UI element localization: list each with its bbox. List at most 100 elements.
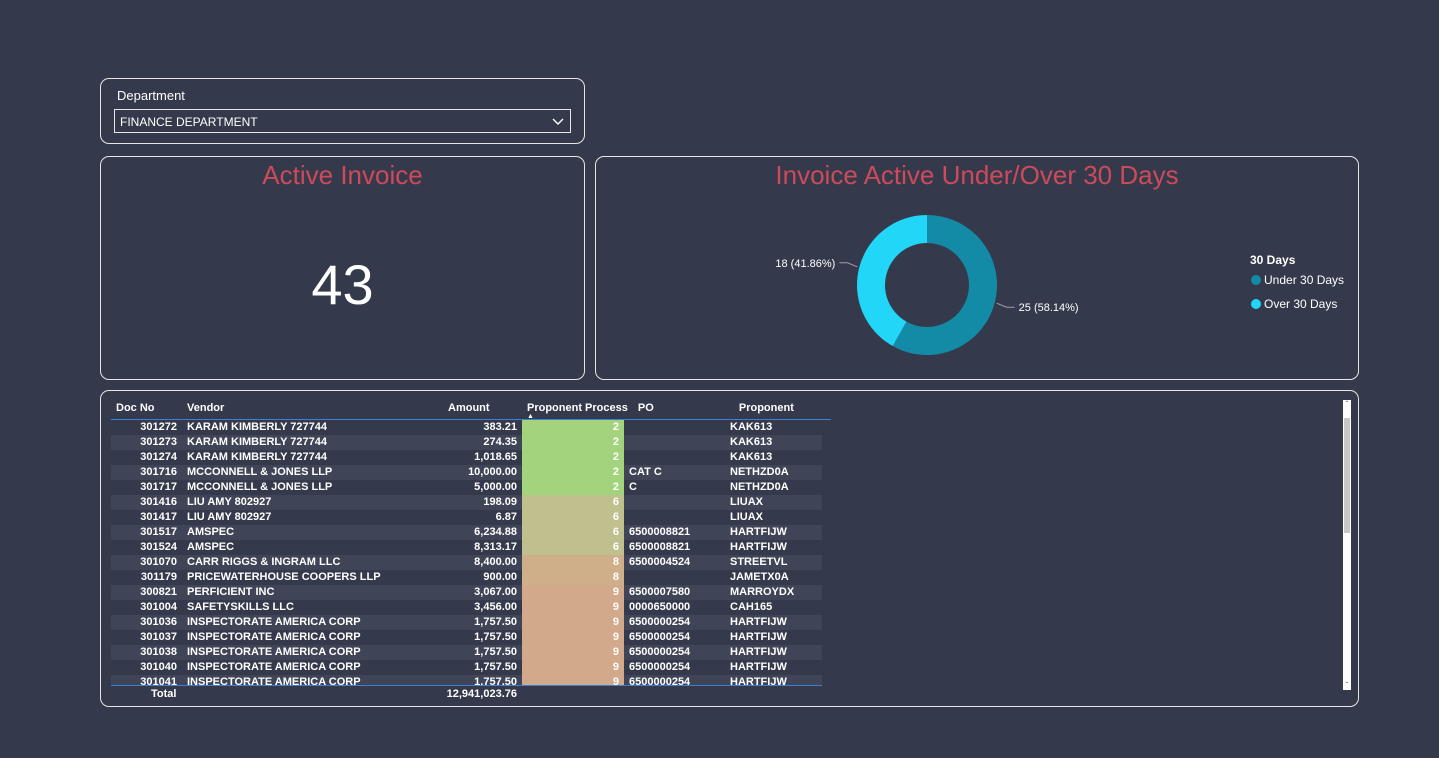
po-cell [624, 510, 725, 525]
proponent-process-cell: 9 [522, 615, 624, 630]
doc-no-cell: 301070 [111, 555, 182, 570]
column-header-proponent-process[interactable]: Proponent Process ▲ [522, 397, 633, 420]
vendor-cell: KARAM KIMBERLY 727744 [187, 451, 327, 463]
vendor-cell: INSPECTORATE AMERICA CORP [187, 631, 361, 643]
legend-dot [1251, 275, 1261, 285]
table-rows: 301272 KARAM KIMBERLY 727744 383.21 2 KAK613… [111, 420, 822, 685]
proponent-process-cell: 9 [522, 600, 624, 615]
table-row[interactable]: 301524 AMSPEC 8,313.17 6 6500008821 HARTFIJW [111, 540, 822, 555]
data-label: 18 (41.86%) [775, 258, 835, 270]
proponent-cell: LIUAX [725, 495, 822, 510]
proponent-cell: NETHZD0A [725, 465, 822, 480]
proponent-process-cell: 9 [522, 660, 624, 675]
table-row[interactable]: 301716 MCCONNELL & JONES LLP 10,000.00 2 CAT… [111, 465, 822, 480]
vertical-scrollbar[interactable]: ˆ ˇ [1343, 400, 1351, 690]
legend-label: Over 30 Days [1264, 297, 1338, 311]
proponent-cell: KAK613 [730, 451, 773, 463]
po-cell: CAT C [624, 465, 725, 480]
table-row[interactable]: 301417 LIU AMY 802927 6.87 6 LIUAX [111, 510, 822, 525]
po-cell [624, 450, 725, 465]
po-cell: 6500000254 [629, 661, 691, 673]
proponent-process-cell: 2 [522, 450, 624, 465]
doc-no-cell: 301416 [111, 495, 182, 510]
proponent-cell: HARTFIJW [730, 631, 787, 643]
amount-cell: 1,757.50 [474, 631, 517, 643]
doc-no-cell: 301040 [140, 661, 177, 673]
table-row[interactable]: 301517 AMSPEC 6,234.88 6 6500008821 HARTFIJW [111, 525, 822, 540]
department-slicer: Department FINANCE DEPARTMENT [100, 78, 585, 144]
proponent-process-cell: 9 [522, 645, 624, 660]
po-cell: C [629, 481, 637, 493]
table-row[interactable]: 301041 INSPECTORATE AMERICA CORP 1,757.50 9… [111, 675, 822, 685]
data-label: 25 (58.14%) [1019, 302, 1079, 314]
doc-no-cell: 301716 [111, 465, 182, 480]
po-cell: 0000650000 [629, 601, 691, 613]
proponent-process-cell: 8 [522, 555, 624, 570]
scroll-up-icon[interactable]: ˆ [1343, 400, 1351, 409]
table-row[interactable]: 301272 KARAM KIMBERLY 727744 383.21 2 KAK613 [111, 420, 822, 435]
table-row[interactable]: 301273 KARAM KIMBERLY 727744 274.35 2 KAK613 [111, 435, 822, 450]
doc-no-cell: 301036 [111, 615, 182, 630]
proponent-process-cell: 6 [522, 495, 624, 510]
column-header-vendor[interactable]: Vendor [182, 397, 443, 420]
legend-item-over[interactable]: Over 30 Days [1251, 297, 1337, 311]
amount-cell: 6,234.88 [443, 525, 522, 540]
vendor-cell: SAFETYSKILLS LLC [187, 601, 294, 613]
table-row[interactable]: 301037 INSPECTORATE AMERICA CORP 1,757.50 9… [111, 630, 822, 645]
proponent-cell: HARTFIJW [725, 615, 822, 630]
doc-no-cell: 301272 [140, 421, 177, 433]
proponent-cell: HARTFIJW [725, 645, 822, 660]
po-cell: 6500000254 [624, 675, 725, 685]
table-row[interactable]: 301416 LIU AMY 802927 198.09 6 LIUAX [111, 495, 822, 510]
doc-no-cell: 300821 [111, 585, 182, 600]
vendor-cell: AMSPEC [182, 525, 443, 540]
proponent-process-cell: 2 [522, 465, 624, 480]
column-header-amount[interactable]: Amount [443, 397, 522, 420]
amount-cell: 198.09 [443, 495, 522, 510]
total-amount: 12,941,023.76 [446, 688, 517, 700]
table-row[interactable]: 301179 PRICEWATERHOUSE COOPERS LLP 900.00 8… [111, 570, 822, 585]
vendor-cell: KARAM KIMBERLY 727744 [182, 435, 443, 450]
table-row[interactable]: 301274 KARAM KIMBERLY 727744 1,018.65 2 KAK6… [111, 450, 822, 465]
legend-title: 30 Days [1250, 253, 1296, 267]
proponent-cell: MARROYDX [725, 585, 822, 600]
amount-cell: 8,313.17 [474, 541, 517, 553]
table-row[interactable]: 301070 CARR RIGGS & INGRAM LLC 8,400.00 8 65… [111, 555, 822, 570]
table-row[interactable]: 301004 SAFETYSKILLS LLC 3,456.00 9 000065000… [111, 600, 822, 615]
card-title: Active Invoice [262, 160, 423, 190]
proponent-cell: HARTFIJW [730, 661, 787, 673]
column-header-po[interactable]: PO [632, 397, 734, 420]
amount-cell: 1,757.50 [443, 675, 522, 685]
po-cell: 6500004524 [624, 555, 725, 570]
leader-line [839, 262, 858, 268]
amount-cell: 3,067.00 [443, 585, 522, 600]
column-header-doc-no[interactable]: Doc No [111, 397, 182, 420]
legend-item-under[interactable]: Under 30 Days [1251, 273, 1344, 287]
scroll-down-icon[interactable]: ˇ [1343, 681, 1351, 690]
table-row[interactable]: 301036 INSPECTORATE AMERICA CORP 1,757.50 9… [111, 615, 822, 630]
vendor-cell: INSPECTORATE AMERICA CORP [187, 661, 361, 673]
doc-no-cell: 301041 [111, 675, 182, 685]
table-row[interactable]: 301040 INSPECTORATE AMERICA CORP 1,757.50 9… [111, 660, 822, 675]
table-row[interactable]: 301717 MCCONNELL & JONES LLP 5,000.00 2 C NET… [111, 480, 822, 495]
department-dropdown[interactable]: FINANCE DEPARTMENT [114, 109, 571, 133]
proponent-process-cell: 6 [522, 540, 624, 555]
donut-chart-card: Invoice Active Under/Over 30 Days 25 (58… [595, 156, 1359, 380]
column-header-proponent[interactable]: Proponent [733, 397, 831, 420]
scrollbar-thumb[interactable] [1344, 418, 1350, 533]
proponent-process-cell: 2 [522, 480, 624, 495]
legend-dot [1251, 299, 1261, 309]
vendor-cell: KARAM KIMBERLY 727744 [187, 421, 327, 433]
total-label: Total [151, 688, 177, 700]
proponent-cell: HARTFIJW [725, 675, 822, 685]
amount-cell: 274.35 [443, 435, 522, 450]
proponent-cell: KAK613 [730, 421, 773, 433]
table-body[interactable]: 301272 KARAM KIMBERLY 727744 383.21 2 KAK613… [111, 420, 822, 685]
proponent-cell: LIUAX [730, 511, 763, 523]
table-row[interactable]: 300821 PERFICIENT INC 3,067.00 9 6500007580 M… [111, 585, 822, 600]
amount-cell: 3,456.00 [474, 601, 517, 613]
doc-no-cell: 301517 [111, 525, 182, 540]
table-row[interactable]: 301038 INSPECTORATE AMERICA CORP 1,757.50 9… [111, 645, 822, 660]
proponent-cell: HARTFIJW [730, 541, 787, 553]
amount-cell: 6.87 [495, 511, 517, 523]
